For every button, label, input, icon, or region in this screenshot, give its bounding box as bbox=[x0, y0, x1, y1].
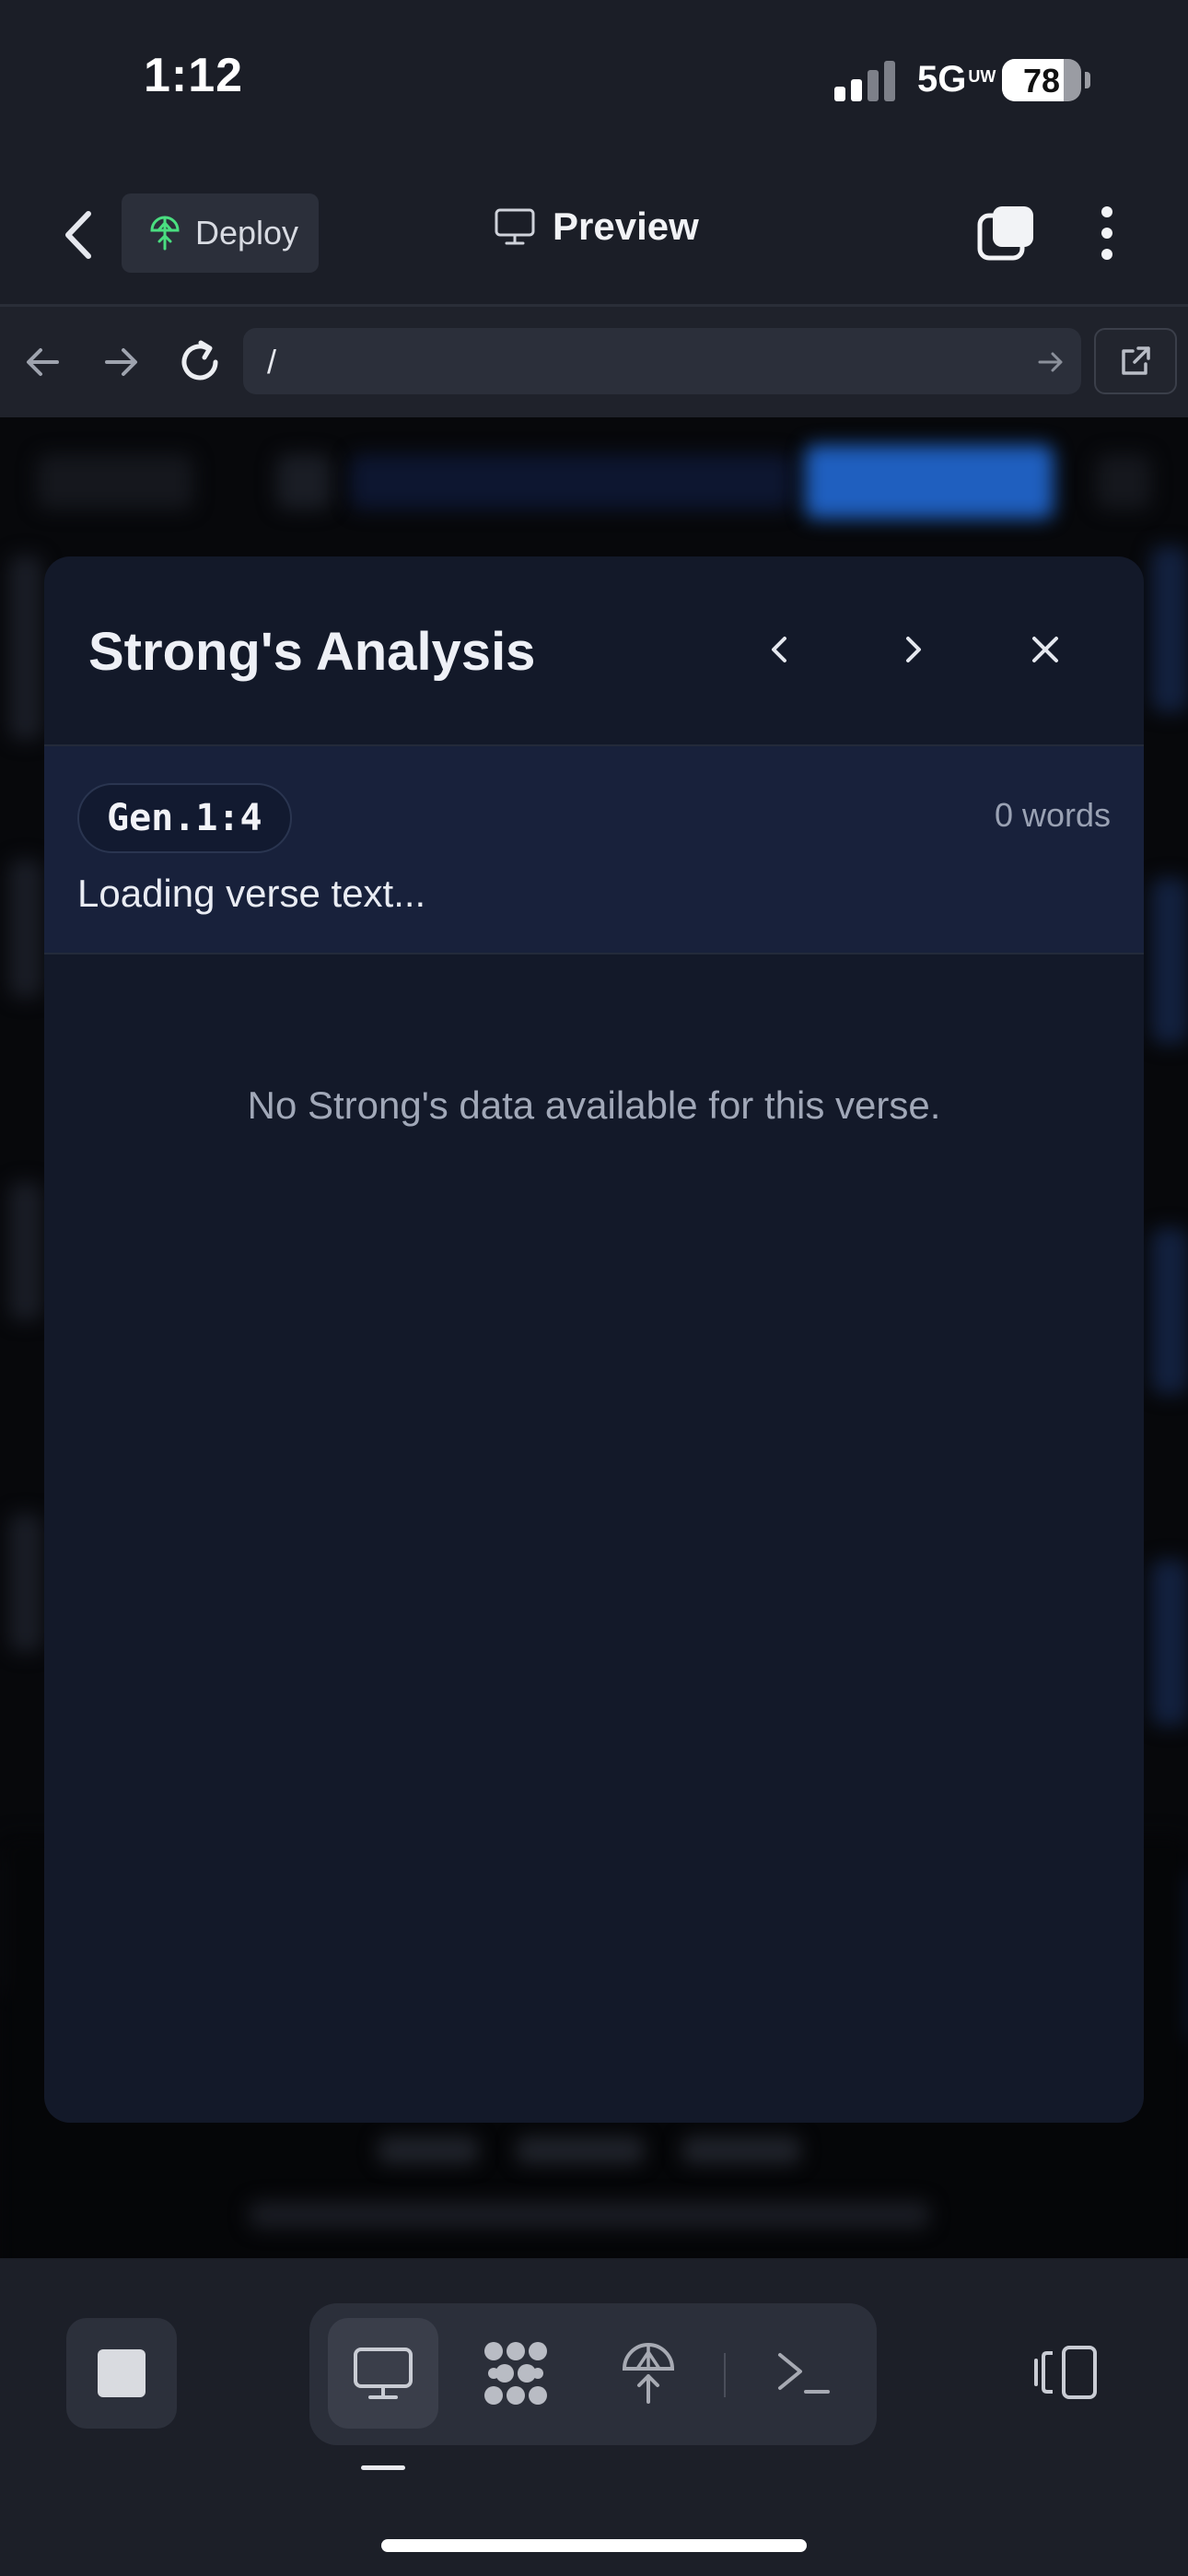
agent-tool-button[interactable] bbox=[460, 2318, 571, 2429]
empty-state-message: No Strong's data available for this vers… bbox=[247, 1083, 941, 1127]
url-input[interactable]: / bbox=[243, 328, 1081, 394]
battery-tip bbox=[1085, 72, 1090, 88]
close-icon bbox=[1032, 637, 1058, 662]
signal-icon bbox=[834, 61, 899, 101]
chevron-left-icon bbox=[772, 637, 786, 662]
modal-title: Strong's Analysis bbox=[88, 622, 536, 682]
tabs-button[interactable] bbox=[976, 203, 1037, 263]
page-title: Preview bbox=[494, 205, 699, 249]
chevron-right-icon bbox=[906, 637, 921, 662]
network-type: 5G UW bbox=[917, 59, 996, 100]
deploy-tool-button[interactable] bbox=[593, 2318, 704, 2429]
more-vertical-icon bbox=[1101, 206, 1112, 260]
close-modal-button[interactable] bbox=[1013, 617, 1077, 682]
verse-block: Gen.1:4 0 words Loading verse text... bbox=[44, 746, 1144, 953]
back-button[interactable] bbox=[55, 203, 101, 267]
preview-tool-button[interactable] bbox=[328, 2318, 438, 2429]
battery-percent: 78 bbox=[1022, 62, 1061, 100]
more-options-button[interactable] bbox=[1089, 203, 1125, 263]
ai-agent-icon bbox=[484, 2342, 547, 2405]
battery-icon: 78 bbox=[1002, 59, 1081, 101]
monitor-icon bbox=[495, 208, 535, 245]
go-arrow-icon[interactable] bbox=[1035, 346, 1066, 378]
verse-reference-badge: Gen.1:4 bbox=[77, 783, 292, 853]
network-sub: UW bbox=[968, 67, 996, 86]
terminal-icon bbox=[778, 2353, 830, 2394]
next-verse-button[interactable] bbox=[880, 617, 945, 682]
reload-icon bbox=[181, 340, 218, 381]
deploy-icon bbox=[150, 216, 180, 251]
stop-button[interactable] bbox=[66, 2318, 177, 2429]
deploy-label: Deploy bbox=[195, 214, 299, 252]
stop-icon bbox=[98, 2349, 146, 2397]
external-link-icon bbox=[1122, 346, 1150, 375]
tool-separator bbox=[724, 2353, 726, 2397]
layout-toggle-button[interactable] bbox=[1020, 2331, 1112, 2414]
status-time: 1:12 bbox=[144, 49, 244, 102]
previous-verse-button[interactable] bbox=[748, 617, 812, 682]
shell-tool-button[interactable] bbox=[748, 2318, 858, 2429]
browser-back-button[interactable] bbox=[20, 339, 66, 385]
url-text: / bbox=[267, 343, 277, 381]
chevron-left-icon bbox=[65, 211, 91, 259]
active-tool-indicator bbox=[361, 2465, 405, 2470]
home-indicator bbox=[381, 2539, 807, 2552]
word-count: 0 words bbox=[994, 796, 1111, 834]
verse-text: Loading verse text... bbox=[77, 872, 426, 915]
verse-divider bbox=[44, 953, 1144, 954]
browser-forward-button[interactable] bbox=[98, 339, 144, 385]
strongs-analysis-modal: Strong's Analysis Gen.1:4 0 words Loadin… bbox=[44, 556, 1144, 2123]
page-title-label: Preview bbox=[553, 205, 699, 248]
open-external-button[interactable] bbox=[1094, 328, 1177, 394]
arrow-right-icon bbox=[105, 348, 137, 376]
arrow-left-icon bbox=[27, 348, 59, 376]
reload-button[interactable] bbox=[175, 337, 225, 387]
monitor-icon bbox=[354, 2348, 413, 2399]
layout-toggle-icon bbox=[1034, 2346, 1097, 2399]
tabs-icon bbox=[977, 206, 1033, 261]
deploy-button[interactable]: Deploy bbox=[122, 193, 319, 273]
deploy-icon bbox=[622, 2343, 675, 2404]
